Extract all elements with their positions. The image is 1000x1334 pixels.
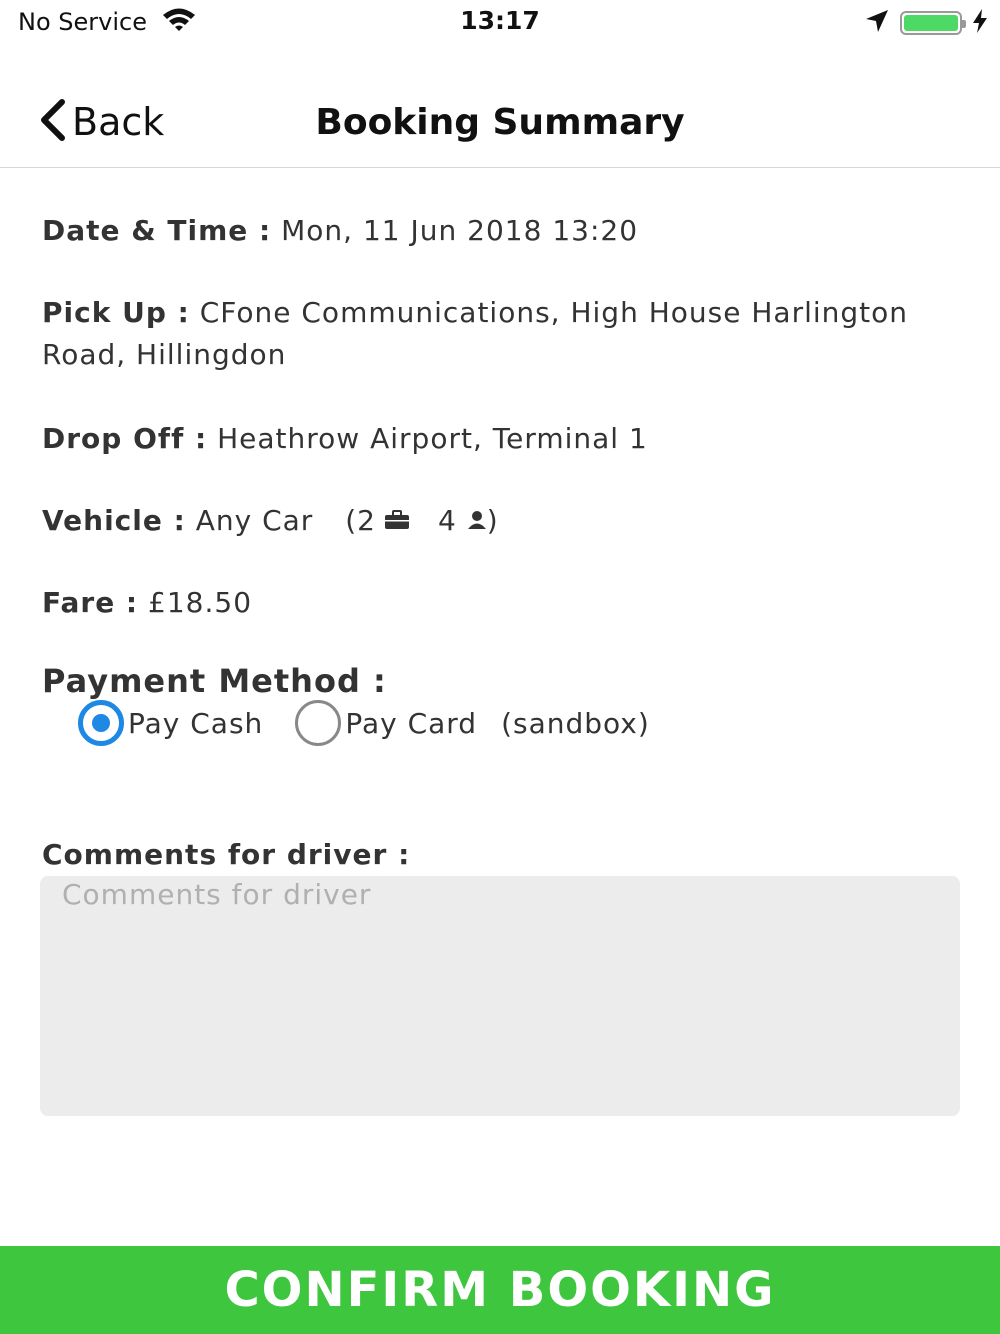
battery-level [904,15,958,31]
vehicle-value: Any Car [195,504,314,537]
charging-bolt-icon [972,8,988,38]
pay-card-option[interactable]: Pay Card (sandbox) [295,700,650,746]
fare-row: Fare : £18.50 [42,582,942,624]
pay-card-note: (sandbox) [501,706,650,740]
payment-options: Pay Cash Pay Card (sandbox) [78,700,650,746]
datetime-row: Date & Time : Mon, 11 Jun 2018 13:20 [42,210,942,252]
vehicle-row: Vehicle : Any Car (2 4 ) [42,500,942,542]
status-bar: No Service 13:17 [0,0,1000,44]
vehicle-label: Vehicle : [42,504,186,537]
radio-selected-dot [92,714,110,732]
fare-label: Fare : [42,586,139,619]
payment-method-title: Payment Method : [42,662,387,700]
vehicle-capacity: (2 4 ) [345,500,499,542]
comments-label: Comments for driver : [42,838,411,871]
status-right [864,8,988,38]
dropoff-row: Drop Off : Heathrow Airport, Terminal 1 [42,418,942,460]
datetime-value: Mon, 11 Jun 2018 13:20 [281,214,639,247]
person-icon [467,500,487,542]
pay-cash-option[interactable]: Pay Cash [78,700,263,746]
pay-card-radio[interactable] [295,700,342,746]
fare-value: £18.50 [148,586,253,619]
confirm-booking-button[interactable]: CONFIRM BOOKING [0,1246,1000,1334]
briefcase-icon [384,500,410,542]
pickup-row: Pick Up : CFone Communications, High Hou… [42,292,942,376]
datetime-label: Date & Time : [42,214,272,247]
page-title: Booking Summary [315,102,685,143]
passenger-count: 4 [437,504,457,537]
comments-input[interactable] [40,876,960,1116]
location-arrow-icon [864,8,890,38]
nav-bar: Back Booking Summary [0,84,1000,168]
status-time: 13:17 [460,6,540,35]
pickup-label: Pick Up : [42,296,190,329]
pay-card-label: Pay Card [345,706,478,740]
dropoff-value: Heathrow Airport, Terminal 1 [217,422,648,455]
pay-cash-label: Pay Cash [128,706,264,740]
dropoff-label: Drop Off : [42,422,208,455]
luggage-count: 2 [357,504,376,537]
pay-cash-radio[interactable] [78,700,124,746]
battery-icon [900,11,966,35]
